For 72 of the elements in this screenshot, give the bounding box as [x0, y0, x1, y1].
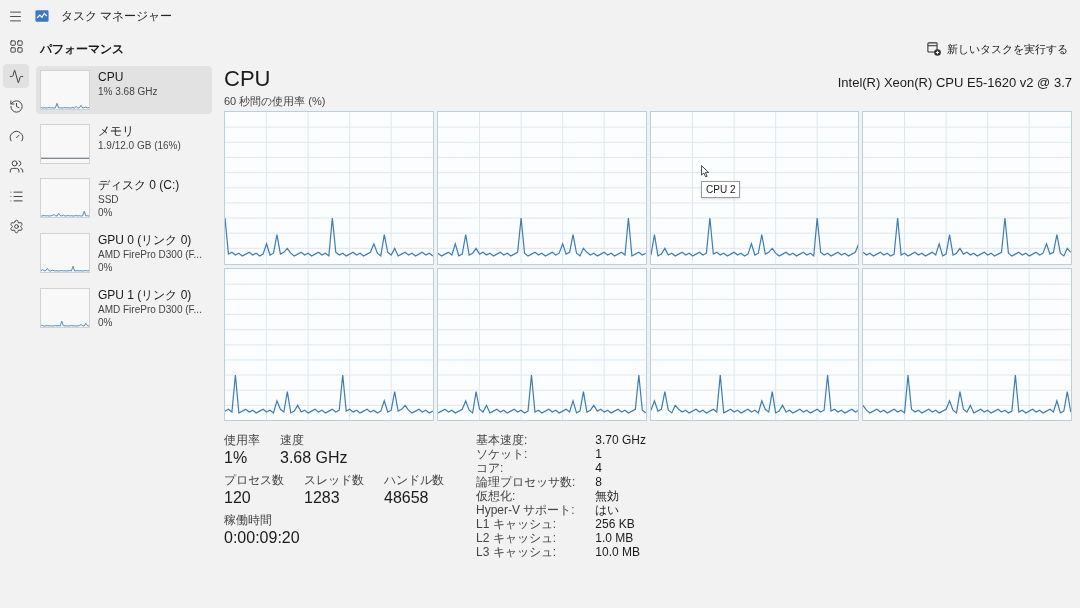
spec-value: 4	[595, 461, 604, 475]
spec-value: はい	[595, 503, 621, 517]
item-detail: 0%	[98, 316, 114, 329]
spec-label: L1 キャッシュ:	[476, 517, 557, 531]
item-name: CPU	[98, 70, 125, 85]
sidebar-item[interactable]: ディスク 0 (C:) SSD 0%	[36, 174, 212, 223]
spec-label: 基本速度:	[476, 433, 529, 447]
stat-value: 1283	[304, 488, 341, 508]
stat-label: 稼働時間	[224, 513, 273, 528]
spec-label: ソケット:	[476, 447, 529, 461]
page-title: パフォーマンス	[40, 41, 124, 58]
item-detail: 0%	[98, 261, 114, 274]
item-name: ディスク 0 (C:)	[98, 178, 180, 193]
spec-label: Hyper-V サポート:	[476, 503, 576, 517]
spec-label: 仮想化:	[476, 489, 517, 503]
mini-graph	[40, 70, 90, 110]
spec-label: L2 キャッシュ:	[476, 531, 557, 545]
item-name: GPU 0 (リンク 0)	[98, 233, 193, 248]
spec-value: 10.0 MB	[595, 545, 642, 559]
sidebar-item[interactable]: GPU 1 (リンク 0) AMD FirePro D300 (F... 0%	[36, 284, 212, 333]
pulse-icon	[8, 68, 24, 84]
window-plus-icon	[927, 42, 941, 56]
run-task-button[interactable]: 新しいタスクを実行する	[923, 38, 1072, 60]
stat-label: プロセス数	[224, 473, 284, 488]
item-detail: SSD	[98, 193, 120, 206]
sidebar-item[interactable]: メモリ 1.9/12.0 GB (16%)	[36, 120, 212, 168]
mini-graph	[40, 288, 90, 328]
stat-label: ハンドル数	[384, 473, 444, 488]
item-detail: AMD FirePro D300 (F...	[98, 303, 202, 316]
stat-value: 48658	[384, 488, 430, 508]
spec-value: 1.0 MB	[595, 531, 635, 545]
menu-icon[interactable]	[8, 8, 23, 24]
item-name: メモリ	[98, 124, 135, 139]
spec-label: L3 キャッシュ:	[476, 545, 557, 559]
spec-value: 1	[595, 447, 604, 461]
mini-graph	[40, 124, 90, 164]
nav-button[interactable]	[3, 64, 29, 88]
sidebar-item[interactable]: CPU 1% 3.68 GHz	[36, 66, 212, 114]
item-detail: 1.9/12.0 GB (16%)	[98, 139, 181, 152]
mini-graph	[40, 233, 90, 273]
mini-graph	[40, 178, 90, 218]
stat-label: 速度	[280, 433, 305, 448]
spec-value: 無効	[595, 489, 621, 503]
app-logo-icon	[35, 9, 49, 23]
gauge-icon	[8, 128, 24, 144]
stat-label: 使用率	[224, 433, 260, 448]
stat-label: スレッド数	[304, 473, 364, 488]
gear-icon	[8, 218, 24, 234]
stat-value: 0:00:09:20	[224, 528, 300, 548]
stat-value: 120	[224, 488, 252, 508]
spec-value: 8	[595, 475, 604, 489]
stat-value: 3.68 GHz	[280, 448, 348, 468]
cursor-icon	[701, 165, 710, 178]
detail-title: CPU	[224, 66, 271, 92]
window-title: タスク マネージャー	[61, 8, 173, 24]
spec-label: 論理プロセッサ数:	[476, 475, 576, 489]
spec-label: コア:	[476, 461, 505, 475]
list-icon	[8, 188, 24, 204]
stat-value: 1%	[224, 448, 249, 468]
spec-value: 3.70 GHz	[595, 433, 647, 447]
item-detail: 0%	[98, 206, 114, 219]
history-icon	[8, 98, 24, 114]
item-name: GPU 1 (リンク 0)	[98, 288, 193, 303]
tooltip: CPU 2	[701, 181, 741, 198]
item-detail: 1% 3.68 GHz	[98, 85, 158, 98]
graph-label: 60 秒間の使用率 (%)	[224, 94, 326, 108]
grid-icon	[8, 38, 24, 54]
spec-value: 256 KB	[595, 517, 636, 531]
cpu-model: Intel(R) Xeon(R) CPU E5-1620 v2 @ 3.7	[837, 74, 1072, 92]
sidebar-item[interactable]: GPU 0 (リンク 0) AMD FirePro D300 (F... 0%	[36, 229, 212, 278]
item-detail: AMD FirePro D300 (F...	[98, 248, 202, 261]
users-icon	[8, 158, 24, 174]
